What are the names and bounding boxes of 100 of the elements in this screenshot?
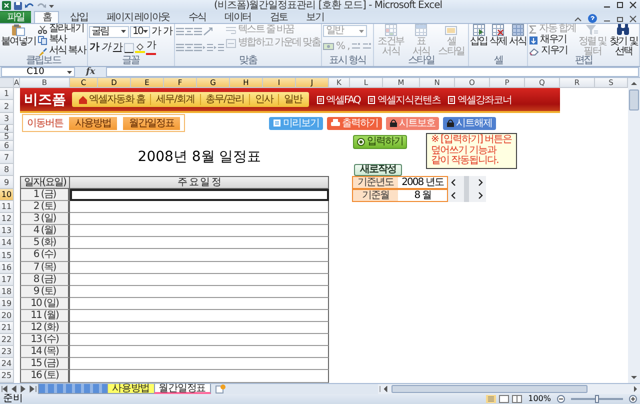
spin-scrollbar [448, 176, 486, 189]
table-cell[interactable] [70, 322, 329, 334]
table-cell[interactable] [70, 249, 329, 262]
banner-link[interactable]: 엑셀FAQ [316, 92, 360, 106]
move-button[interactable]: 사용방법 [69, 116, 117, 130]
table-cell[interactable] [70, 298, 329, 310]
date-cell: 8 (금) [20, 274, 70, 286]
row-header[interactable]: 1 [0, 88, 14, 100]
table-cell[interactable] [70, 201, 329, 214]
row-header[interactable]: 22 [0, 334, 14, 346]
paste-button[interactable]: 붙여넣기 [1, 24, 36, 46]
table-cell[interactable] [70, 358, 329, 370]
nav-link[interactable]: 일반 [278, 94, 307, 105]
table-cell[interactable] [70, 262, 329, 274]
row-header[interactable]: 23 [0, 346, 14, 358]
table-cell[interactable] [70, 237, 329, 250]
caret-icon [142, 30, 148, 33]
copy-button[interactable]: 복사 [38, 35, 86, 45]
decimal-icon [351, 42, 362, 51]
nav-link[interactable]: 총무/관리 [200, 94, 250, 105]
document-icon [368, 96, 376, 104]
row-header[interactable]: 25 [0, 370, 14, 382]
grow-font-button[interactable]: 가 [150, 26, 162, 38]
lock-icon [390, 119, 397, 127]
banner-link[interactable]: 엑셀지식컨텐츠 [368, 92, 440, 106]
sheet-tab[interactable]: 사용방법 [107, 384, 155, 394]
row-header[interactable]: 9 [0, 176, 14, 189]
ribbon-tab[interactable]: 검토 [262, 11, 296, 23]
document-icon [448, 96, 456, 104]
ribbon-tab[interactable]: 보기 [298, 11, 332, 23]
row-header[interactable]: 11 [0, 201, 14, 214]
insert-button[interactable]: 삽입 [470, 24, 488, 46]
column-heading: 주 요 일 정 [70, 176, 329, 189]
ribbon-tab[interactable]: 데이터 [216, 11, 259, 23]
insert-function-button[interactable]: fx [78, 68, 104, 76]
table-cell[interactable] [70, 334, 329, 346]
row-header[interactable]: 5 [0, 133, 14, 141]
table-cell[interactable] [70, 213, 329, 226]
font-dropdown[interactable]: 굴림 [88, 26, 128, 38]
nav-link[interactable]: 엑셀자동화 홈 [74, 94, 152, 105]
table-cell[interactable] [70, 310, 329, 322]
fill-button[interactable]: 채우기 [529, 35, 576, 45]
row-header[interactable]: 18 [0, 286, 14, 298]
shrink-font-button[interactable]: 가 [162, 26, 173, 38]
action-button[interactable]: 시트해제 [443, 116, 496, 130]
font-size-dropdown[interactable]: 10 [130, 26, 150, 38]
table-cell[interactable] [70, 286, 329, 298]
excel-icon [2, 1, 11, 10]
group-label: 클립보드 [24, 56, 62, 66]
row-header[interactable]: 7 [0, 151, 14, 164]
currency-icon [322, 42, 334, 51]
move-button[interactable]: 월간일정표 [123, 116, 180, 130]
find-select-button[interactable]: 찾기 및 선택 [608, 24, 638, 56]
clear-button[interactable]: 지우기 [529, 46, 576, 56]
ribbon-tab[interactable]: 삽입 [62, 11, 96, 23]
sheet-tab[interactable]: 월간일정표 [154, 384, 211, 394]
row-header[interactable]: 2 [0, 100, 14, 113]
ribbon-tab[interactable]: 수식 [180, 11, 214, 23]
sheet-tab[interactable] [38, 384, 108, 394]
new-button[interactable]: 새로작성 [354, 164, 402, 176]
delete-button[interactable]: 삭제 [489, 24, 507, 46]
row-header[interactable]: 15 [0, 249, 14, 262]
row-header[interactable]: 19 [0, 298, 14, 310]
italic-button[interactable]: 가 [100, 42, 111, 54]
row-header[interactable]: 24 [0, 358, 14, 370]
row-header[interactable]: 17 [0, 274, 14, 286]
bold-button[interactable]: 가 [88, 42, 100, 54]
row-header[interactable]: 21 [0, 322, 14, 334]
row-header[interactable]: 20 [0, 310, 14, 322]
row-header[interactable]: 8 [0, 164, 14, 176]
row-header[interactable]: 3 [0, 113, 14, 125]
formula-field[interactable] [106, 67, 639, 77]
format-button[interactable]: 서식 [508, 24, 526, 46]
row-header[interactable]: 6 [0, 141, 14, 151]
banner-link[interactable]: 엑셀강좌코너 [448, 92, 512, 106]
row-header[interactable]: 13 [0, 225, 14, 238]
nav-link[interactable]: 인사 [250, 94, 279, 105]
name-box[interactable]: C10 [1, 67, 75, 77]
table-cell[interactable] [70, 274, 329, 286]
row-header[interactable]: 12 [0, 213, 14, 226]
font-color-button[interactable]: 가 [146, 40, 156, 54]
row-header[interactable]: 14 [0, 237, 14, 250]
table-cell[interactable] [70, 225, 329, 238]
slider-thumb[interactable] [595, 395, 599, 403]
date-cell: 6 (수) [20, 249, 70, 262]
ribbon-tab[interactable]: 파일 [0, 11, 32, 23]
row-header[interactable]: 16 [0, 262, 14, 274]
ribbon-tab[interactable]: 홈 [34, 11, 60, 23]
align-icon [184, 43, 193, 52]
ribbon-tab[interactable]: 페이지 레이아웃 [98, 11, 178, 23]
format-painter-button[interactable]: 서식 복사 [38, 46, 86, 56]
row-header[interactable]: 4 [0, 125, 14, 133]
copy-icon [38, 36, 47, 44]
input-button[interactable]: 입력하기 [353, 135, 407, 149]
table-cell[interactable] [70, 189, 329, 202]
underline-button[interactable]: 가 [112, 42, 123, 54]
cut-button[interactable]: 잘라내기 [38, 24, 86, 34]
table-cell[interactable] [70, 346, 329, 358]
nav-link[interactable]: 세무/회계 [151, 94, 201, 105]
row-header[interactable]: 10 [0, 189, 14, 202]
